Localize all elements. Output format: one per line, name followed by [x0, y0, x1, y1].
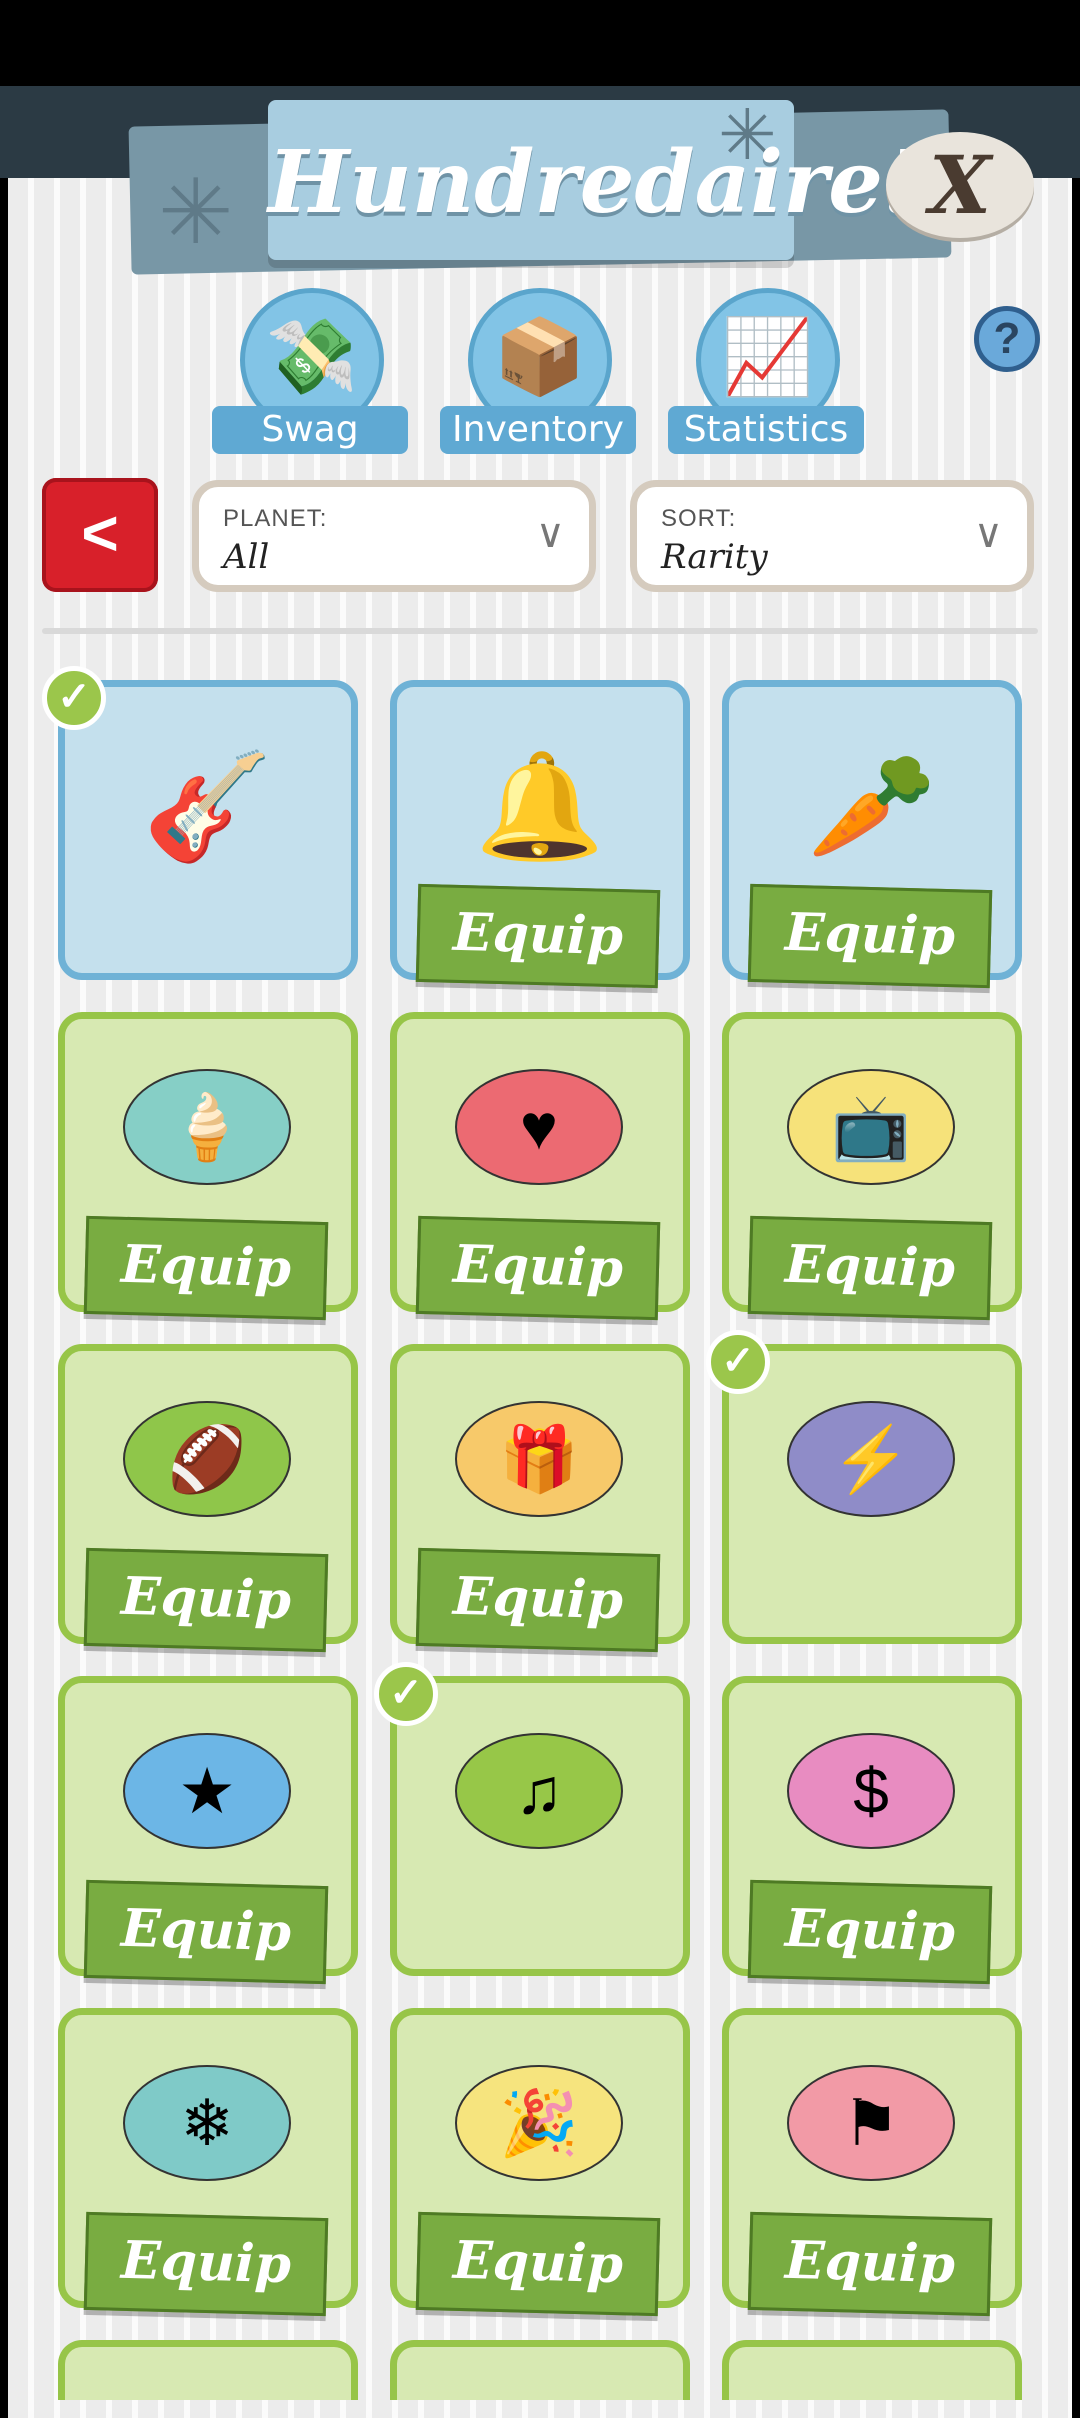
chevron-down-icon: ∨ — [973, 512, 1003, 556]
money-box-icon: 📦 — [493, 315, 587, 398]
sort-dropdown[interactable]: SORT: Rarity ∨ — [630, 480, 1034, 592]
medal-icon: ★ — [123, 1733, 291, 1849]
chart-arrows-icon: 📈 — [721, 315, 815, 398]
item-card-heart[interactable]: ♥ Equip — [390, 1012, 690, 1321]
close-button[interactable]: X — [886, 132, 1034, 238]
page-title: Hundredaire! — [268, 132, 921, 233]
equip-button[interactable]: Equip — [747, 883, 993, 989]
item-card-dollar[interactable]: $ Equip — [722, 1676, 1022, 1985]
tv-icon: 📺 — [787, 1069, 955, 1185]
cash-machine-icon: 💸 — [265, 315, 359, 398]
chevron-down-icon: ∨ — [535, 512, 565, 556]
equip-button[interactable]: Equip — [83, 1879, 329, 1985]
help-button[interactable]: ? — [974, 306, 1040, 372]
item-card-music[interactable]: ♫ — [390, 1676, 690, 1976]
bells-icon: 🔔 — [475, 749, 605, 865]
tab-statistics[interactable]: 📈 Statistics — [668, 288, 868, 458]
equipped-check-icon: ✓ — [42, 666, 106, 730]
tab-label: Inventory — [440, 406, 636, 454]
item-card-tv[interactable]: 📺 Equip — [722, 1012, 1022, 1321]
equipped-check-icon: ✓ — [374, 1662, 438, 1726]
party-hat-icon: 🎉 — [455, 2065, 623, 2181]
divider — [42, 628, 1038, 634]
amp-icon: 🎸 — [143, 749, 273, 865]
lightning-icon: ⚡ — [787, 1401, 955, 1517]
item-card-gift[interactable]: 🎁 Equip — [390, 1344, 690, 1653]
equipped-check-icon: ✓ — [706, 1330, 770, 1394]
equip-button[interactable]: Equip — [747, 1215, 993, 1321]
sort-value: Rarity — [661, 537, 768, 577]
equip-button[interactable]: Equip — [415, 2211, 661, 2317]
tab-label: Swag — [212, 406, 408, 454]
equip-button[interactable]: Equip — [83, 2211, 329, 2317]
heart-icon: ♥ — [455, 1069, 623, 1185]
item-card-partial[interactable] — [58, 2340, 358, 2400]
tab-label: Statistics — [668, 406, 864, 454]
carrot-icon: 🥕 — [807, 749, 937, 865]
item-card-snowflake[interactable]: ❄ Equip — [58, 2008, 358, 2317]
planet-dropdown[interactable]: PLANET: All ∨ — [192, 480, 596, 592]
item-card-flag[interactable]: ⚑ Equip — [722, 2008, 1022, 2317]
item-card-lightning[interactable]: ⚡ — [722, 1344, 1022, 1644]
item-card-carrot[interactable]: 🥕 Equip — [722, 680, 1022, 989]
item-card-bells[interactable]: 🔔 Equip — [390, 680, 690, 989]
equip-button[interactable]: Equip — [83, 1215, 329, 1321]
equip-button[interactable]: Equip — [415, 883, 661, 989]
equip-button[interactable]: Equip — [747, 1879, 993, 1985]
tab-swag[interactable]: 💸 Swag — [212, 288, 412, 458]
equip-button[interactable]: Equip — [747, 2211, 993, 2317]
item-card-partial[interactable] — [722, 2340, 1022, 2400]
gift-icon: 🎁 — [455, 1401, 623, 1517]
status-bar — [0, 0, 1080, 86]
item-card-partial[interactable] — [390, 2340, 690, 2400]
dollar-icon: $ — [787, 1733, 955, 1849]
snowflake-icon: ❄ — [123, 2065, 291, 2181]
planet-value: All — [223, 537, 270, 577]
back-button[interactable]: < — [42, 478, 158, 592]
sparkle-icon: ✳ — [158, 163, 234, 263]
item-card-amp[interactable]: 🎸 — [58, 680, 358, 980]
equip-button[interactable]: Equip — [415, 1215, 661, 1321]
equip-button[interactable]: Equip — [415, 1547, 661, 1653]
football-icon: 🏈 — [123, 1401, 291, 1517]
item-card-football[interactable]: 🏈 Equip — [58, 1344, 358, 1653]
sort-caption: SORT: — [661, 505, 737, 532]
item-card-popsicle[interactable]: 🍦 Equip — [58, 1012, 358, 1321]
tab-inventory[interactable]: 📦 Inventory — [440, 288, 640, 458]
equip-button[interactable]: Equip — [83, 1547, 329, 1653]
music-icon: ♫ — [455, 1733, 623, 1849]
flag-icon: ⚑ — [787, 2065, 955, 2181]
popsicle-icon: 🍦 — [123, 1069, 291, 1185]
item-card-medal[interactable]: ★ Equip — [58, 1676, 358, 1985]
item-card-party-hat[interactable]: 🎉 Equip — [390, 2008, 690, 2317]
planet-caption: PLANET: — [223, 505, 328, 532]
